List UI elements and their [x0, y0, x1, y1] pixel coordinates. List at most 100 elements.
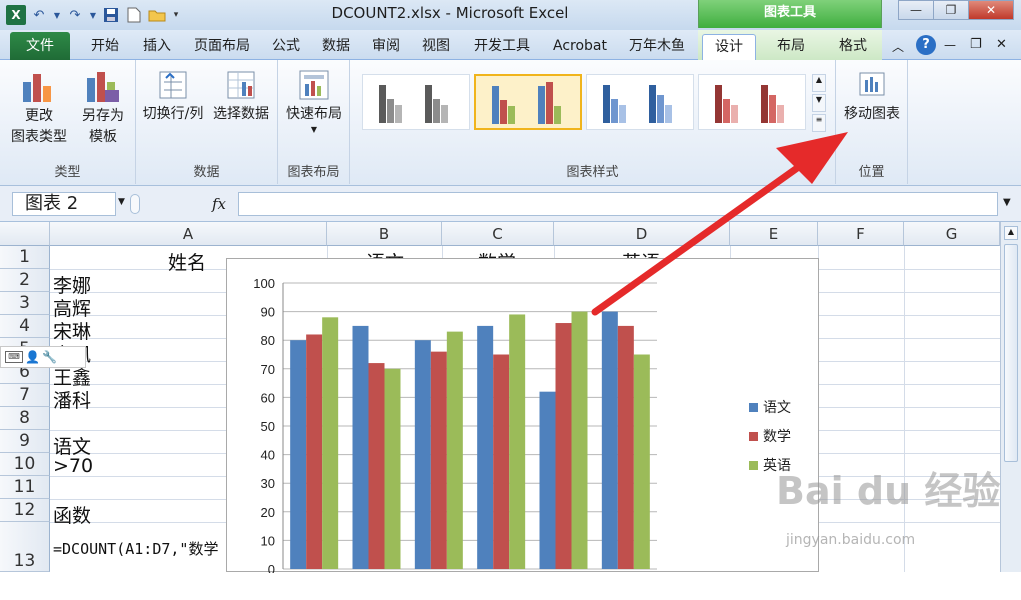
tab-design[interactable]: 设计 [702, 34, 756, 60]
column-header[interactable]: A [50, 222, 327, 246]
tab-data[interactable]: 数据 [314, 34, 358, 60]
insert-function-icon[interactable]: fx [212, 195, 226, 213]
undo-icon[interactable]: ↶ [29, 5, 49, 25]
close-button[interactable]: ✕ [968, 0, 1014, 20]
workbook-close-icon[interactable]: ✕ [996, 37, 1007, 52]
y-tick-label: 100 [253, 276, 275, 291]
scroll-thumb[interactable] [1004, 244, 1018, 462]
tab-view[interactable]: 视图 [414, 34, 458, 60]
minimize-button[interactable]: — [898, 0, 934, 20]
tab-review[interactable]: 审阅 [364, 34, 408, 60]
row-header[interactable]: 3 [0, 292, 50, 315]
change-chart-type-icon [23, 74, 51, 102]
bar-数学-高辉 [368, 363, 385, 569]
new-file-icon[interactable] [124, 5, 144, 25]
row-header[interactable]: 9 [0, 430, 50, 453]
column-header[interactable]: C [442, 222, 554, 246]
move-chart-icon [859, 72, 885, 96]
dropdown-icon[interactable]: ▼ [88, 5, 98, 25]
tab-acrobat[interactable]: Acrobat [546, 34, 614, 60]
row-header[interactable]: 7 [0, 384, 50, 407]
column-header[interactable]: G [904, 222, 1000, 246]
help-icon[interactable]: ? [916, 35, 936, 55]
tab-layout[interactable]: 布局 [766, 34, 816, 60]
change-chart-type-label: 更改 图表类型 [11, 108, 67, 145]
tab-wannianmuyu[interactable]: 万年木鱼 [620, 34, 694, 60]
bar-数学-王鑫 [555, 323, 572, 569]
chart-area[interactable]: 0 10 20 30 40 50 60 70 80 90 100 语文 数学 英语 [226, 258, 819, 577]
bar-英语-王鑫 [571, 311, 588, 569]
bar-数学-高凤 [493, 354, 510, 569]
chart-style-red[interactable] [698, 74, 806, 130]
cell-a7[interactable]: 潘科 [53, 386, 91, 413]
styles-scroll-down-icon[interactable]: ▼ [812, 94, 826, 112]
save-as-template-button[interactable]: 另存为 模板 [74, 68, 132, 148]
customize-qat-icon[interactable]: ▾ [170, 5, 182, 25]
open-folder-icon[interactable] [147, 5, 167, 25]
change-chart-type-button[interactable]: 更改 图表类型 [10, 68, 68, 148]
chart-style-blue[interactable] [586, 74, 694, 130]
cell-a1[interactable]: 姓名 [168, 248, 206, 275]
column-header[interactable]: D [554, 222, 730, 246]
tab-page-layout[interactable]: 页面布局 [186, 34, 258, 60]
user-icon[interactable]: 👤 [25, 350, 40, 364]
baidu-watermark-url: jingyan.baidu.com [786, 532, 916, 548]
quick-layout-dropdown-icon: ▼ [310, 125, 318, 134]
bar-英语-潘科 [633, 354, 650, 569]
redo-icon[interactable]: ↷ [65, 5, 85, 25]
row-header[interactable]: 2 [0, 269, 50, 292]
chart-style-gray[interactable] [362, 74, 470, 130]
tab-file[interactable]: 文件 [10, 32, 70, 60]
row-header[interactable]: 1 [0, 246, 50, 269]
column-header[interactable]: E [730, 222, 818, 246]
restore-button[interactable]: ❐ [933, 0, 969, 20]
tab-developer[interactable]: 开发工具 [464, 34, 540, 60]
row-header[interactable]: 4 [0, 315, 50, 338]
cell-a12[interactable]: 函数 [53, 501, 91, 528]
select-data-label: 选择数据 [213, 106, 269, 122]
select-data-button[interactable]: 选择数据 [208, 68, 274, 125]
row-header[interactable]: 8 [0, 407, 50, 430]
scroll-up-icon[interactable]: ▲ [1004, 226, 1018, 240]
styles-scroll-up-icon[interactable]: ▲ [812, 74, 826, 92]
save-icon[interactable] [101, 5, 121, 25]
row-header[interactable]: 11 [0, 476, 50, 499]
column-header[interactable]: B [327, 222, 442, 246]
workbook-restore-icon[interactable]: ❐ [970, 37, 982, 52]
legend-label: 语文 [763, 400, 791, 416]
y-tick-label: 30 [261, 476, 275, 491]
tab-insert[interactable]: 插入 [134, 34, 180, 60]
cell-a10[interactable]: >70 [53, 455, 93, 477]
move-chart-button[interactable]: 移动图表 [838, 68, 906, 125]
select-data-icon [227, 71, 255, 99]
select-all-corner[interactable] [0, 222, 50, 246]
column-header[interactable]: F [818, 222, 904, 246]
vertical-scrollbar[interactable]: ▲ [1000, 222, 1021, 572]
row-header[interactable]: 13 [0, 522, 50, 572]
styles-more-icon[interactable]: ≡ [812, 114, 826, 132]
formula-input[interactable] [238, 192, 998, 216]
tab-home[interactable]: 开始 [82, 34, 128, 60]
cell-a13[interactable]: =DCOUNT(A1:D7,"数学 [53, 538, 218, 559]
quick-layout-button[interactable]: 快速布局 ▼ [282, 68, 346, 135]
ribbon-minimize-icon[interactable]: ︿ [892, 38, 904, 55]
workbook-minimize-icon[interactable]: — [944, 38, 956, 52]
excel-logo-icon[interactable]: X [6, 5, 26, 25]
quick-layout-icon [299, 70, 329, 100]
name-box-dropdown-icon[interactable]: ▼ [118, 197, 125, 207]
y-tick-label: 70 [261, 362, 275, 377]
switch-row-column-button[interactable]: 切换行/列 [138, 68, 208, 125]
dropdown-icon[interactable]: ▼ [52, 5, 62, 25]
wrench-icon[interactable]: 🔧 [42, 350, 57, 364]
y-tick-label: 40 [261, 448, 275, 463]
row-header[interactable]: 12 [0, 499, 50, 522]
name-box[interactable]: 图表 2 [12, 192, 116, 216]
tab-format[interactable]: 格式 [828, 34, 878, 60]
tab-formulas[interactable]: 公式 [264, 34, 308, 60]
row-header[interactable]: 10 [0, 453, 50, 476]
legend-swatch [749, 461, 758, 470]
chart-style-colorful[interactable] [474, 74, 582, 130]
y-tick-label: 90 [261, 305, 275, 320]
formula-expand-icon[interactable]: ▼ [1003, 197, 1011, 208]
keyboard-icon[interactable]: ⌨ [5, 351, 23, 363]
